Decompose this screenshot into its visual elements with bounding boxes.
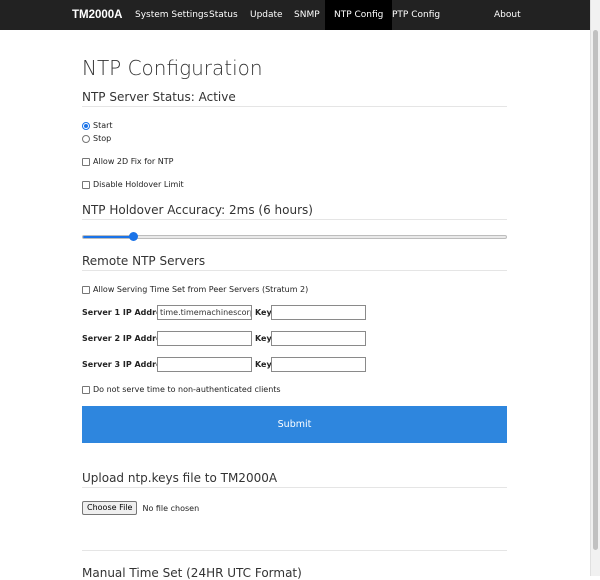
server-2-key-label: Key: xyxy=(255,334,275,343)
holdover-slider-fill xyxy=(83,236,134,238)
server-3-key-label: Key: xyxy=(255,360,275,369)
disable-holdover-option[interactable]: Disable Holdover Limit xyxy=(82,180,184,189)
stop-label: Stop xyxy=(93,134,112,143)
server-2-label: Server 2 IP Address: xyxy=(82,334,175,343)
remote-servers-heading: Remote NTP Servers xyxy=(82,254,206,268)
scrollbar-thumb[interactable] xyxy=(593,30,598,550)
no-auth-option[interactable]: Do not serve time to non-authenticated c… xyxy=(82,385,281,394)
nav-ptp-config[interactable]: PTP Config xyxy=(383,0,449,30)
divider xyxy=(82,487,507,488)
no-file-chosen-text: No file chosen xyxy=(142,503,200,513)
holdover-accuracy-heading: NTP Holdover Accuracy: 2ms (6 hours) xyxy=(82,203,313,217)
allow-peer-label: Allow Serving Time Set from Peer Servers… xyxy=(93,285,309,294)
page-scrollbar[interactable] xyxy=(590,0,600,576)
holdover-slider-thumb[interactable] xyxy=(128,232,138,241)
allow-2d-fix-checkbox[interactable] xyxy=(82,157,90,166)
divider xyxy=(82,270,507,271)
server-1-ip-input[interactable]: time.timemachinescorp.com xyxy=(157,305,252,320)
server-3-label: Server 3 IP Address: xyxy=(82,360,175,369)
allow-peer-checkbox[interactable] xyxy=(82,285,90,294)
nav-status[interactable]: Status xyxy=(200,0,247,30)
upload-keys-heading: Upload ntp.keys file to TM2000A xyxy=(82,471,278,485)
divider xyxy=(82,219,507,220)
nav-about[interactable]: About xyxy=(485,0,530,30)
server-1-key-label: Key: xyxy=(255,308,275,317)
divider xyxy=(82,550,507,551)
server-2-row: Server 2 IP Address: Key: xyxy=(82,331,366,346)
server-1-row: Server 1 IP Address: time.timemachinesco… xyxy=(82,305,366,320)
disable-holdover-label: Disable Holdover Limit xyxy=(93,180,184,189)
server-1-key-input[interactable] xyxy=(271,305,366,320)
server-1-label: Server 1 IP Address: xyxy=(82,308,175,317)
brand-logo-text[interactable]: TM2000A xyxy=(72,0,123,30)
server-3-ip-input[interactable] xyxy=(157,357,252,372)
start-radio-option[interactable]: Start xyxy=(82,121,113,130)
server-2-key-input[interactable] xyxy=(271,331,366,346)
no-auth-label: Do not serve time to non-authenticated c… xyxy=(93,385,281,394)
top-navbar: TM2000A System Settings Status Update SN… xyxy=(0,0,590,30)
allow-peer-option[interactable]: Allow Serving Time Set from Peer Servers… xyxy=(82,285,308,294)
allow-2d-fix-option[interactable]: Allow 2D Fix for NTP xyxy=(82,157,173,166)
start-label: Start xyxy=(93,121,113,130)
server-3-key-input[interactable] xyxy=(271,357,366,372)
file-upload: Choose File No file chosen xyxy=(82,501,199,515)
server-3-row: Server 3 IP Address: Key: xyxy=(82,357,366,372)
server-2-ip-input[interactable] xyxy=(157,331,252,346)
page-title: NTP Configuration xyxy=(82,56,263,80)
nav-snmp[interactable]: SNMP xyxy=(285,0,329,30)
manual-time-set-heading: Manual Time Set (24HR UTC Format) xyxy=(82,566,302,580)
disable-holdover-checkbox[interactable] xyxy=(82,180,90,189)
start-radio[interactable] xyxy=(82,121,90,130)
stop-radio-option[interactable]: Stop xyxy=(82,134,111,143)
stop-radio[interactable] xyxy=(82,134,90,143)
choose-file-button[interactable]: Choose File xyxy=(82,501,138,515)
divider xyxy=(82,106,507,107)
submit-button[interactable]: Submit xyxy=(82,406,507,443)
ntp-status-heading: NTP Server Status: Active xyxy=(82,90,236,104)
no-auth-checkbox[interactable] xyxy=(82,385,90,394)
allow-2d-fix-label: Allow 2D Fix for NTP xyxy=(93,157,174,166)
holdover-slider-track[interactable] xyxy=(82,235,507,239)
